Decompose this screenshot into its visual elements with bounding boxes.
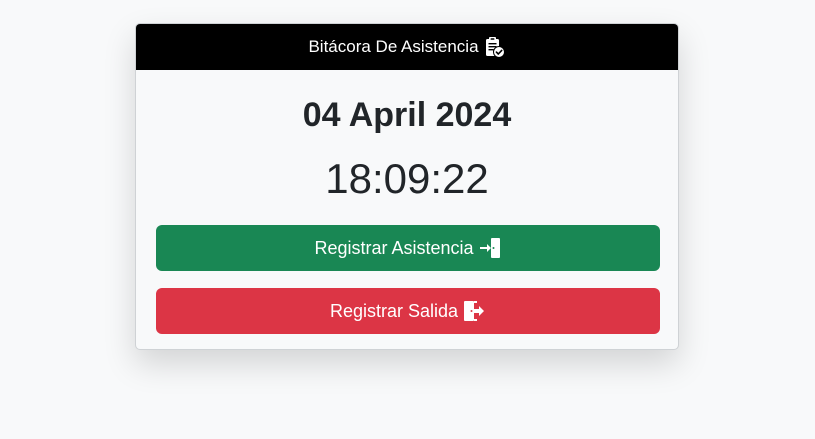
card-title: Bitácora De Asistencia — [308, 37, 479, 56]
register-exit-button[interactable]: Registrar Salida — [156, 288, 660, 334]
door-enter-icon — [478, 236, 502, 260]
door-exit-icon — [462, 299, 486, 323]
register-exit-label: Registrar Salida — [329, 300, 459, 321]
current-time: 18:09:22 — [325, 155, 489, 202]
clipboard-check-icon — [482, 35, 506, 59]
attendance-card: Bitácora De Asistencia 04 April 2024 18:… — [135, 23, 679, 350]
current-date: 04 April 2024 — [302, 96, 512, 134]
register-attendance-button[interactable]: Registrar Asistencia — [156, 225, 660, 271]
register-attendance-label: Registrar Asistencia — [314, 237, 474, 258]
card-header: Bitácora De Asistencia — [136, 24, 678, 70]
